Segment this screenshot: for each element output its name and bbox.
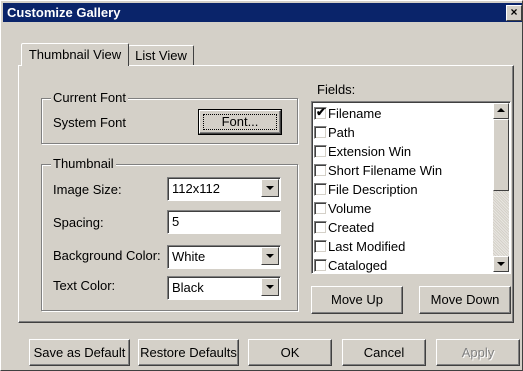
image-size-select[interactable]: 112x112 <box>167 177 281 201</box>
tab-label: List View <box>135 48 187 63</box>
list-item-label: File Description <box>328 182 418 197</box>
restore-defaults-button[interactable]: Restore Defaults <box>138 339 239 366</box>
list-item-label: Cataloged <box>328 258 388 273</box>
field-checkbox[interactable] <box>314 145 327 158</box>
list-item-last-modified[interactable]: Last Modified <box>314 237 490 256</box>
chevron-down-icon <box>266 186 274 190</box>
field-checkbox[interactable] <box>314 126 327 139</box>
dropdown-arrow-button[interactable] <box>261 278 279 296</box>
focus-indicator <box>203 114 277 130</box>
text-color-value: Black <box>172 280 204 295</box>
apply-label: Apply <box>461 345 495 360</box>
cancel-label: Cancel <box>363 345 405 360</box>
image-size-label: Image Size: <box>53 182 122 197</box>
list-item-label: Volume <box>328 201 372 216</box>
list-item-extension-win[interactable]: Extension Win <box>314 142 490 161</box>
window-title: Customize Gallery <box>7 5 121 20</box>
list-item-label: Path <box>328 125 355 140</box>
dropdown-arrow-button[interactable] <box>261 179 279 197</box>
text-color-label: Text Color: <box>53 278 116 293</box>
move-down-button[interactable]: Move Down <box>419 286 511 314</box>
field-checkbox[interactable] <box>314 240 327 253</box>
list-item-volume[interactable]: Volume <box>314 199 490 218</box>
spacing-label: Spacing: <box>53 215 104 230</box>
text-color-select[interactable]: Black <box>167 276 281 300</box>
fields-label: Fields: <box>317 82 356 97</box>
save-as-default-label: Save as Default <box>33 345 126 360</box>
field-checkbox[interactable] <box>314 202 327 215</box>
scrollbar-thumb[interactable] <box>493 119 509 191</box>
arrow-down-icon <box>497 262 505 266</box>
image-size-value: 112x112 <box>172 181 220 196</box>
close-icon: × <box>510 5 518 19</box>
thumbnail-group-label: Thumbnail <box>51 156 116 171</box>
current-font-name: System Font <box>53 115 126 130</box>
ok-label: OK <box>280 345 300 360</box>
arrow-up-icon <box>497 108 505 112</box>
list-item-label: Last Modified <box>328 239 406 254</box>
list-item-label: Filename <box>328 106 382 121</box>
tab-label: Thumbnail View <box>28 47 122 62</box>
scroll-up-button[interactable] <box>493 103 509 119</box>
restore-defaults-label: Restore Defaults <box>140 345 237 360</box>
move-up-button[interactable]: Move Up <box>311 286 403 314</box>
field-checkbox[interactable] <box>314 164 327 177</box>
background-color-value: White <box>172 249 206 264</box>
list-item-label: Created <box>328 220 375 235</box>
scroll-down-button[interactable] <box>493 256 509 272</box>
save-as-default-button[interactable]: Save as Default <box>29 339 130 366</box>
fields-list: ✔ Filename Path Extension Win Short File… <box>314 104 490 275</box>
spacing-input[interactable]: 5 <box>167 210 281 234</box>
list-item-path[interactable]: Path <box>314 123 490 142</box>
list-item-label: Short Filename Win <box>328 163 443 178</box>
list-item-label: Extension Win <box>328 144 412 159</box>
customize-gallery-dialog: Customize Gallery × Thumbnail View List … <box>0 0 523 371</box>
apply-button[interactable]: Apply <box>436 339 520 366</box>
close-button[interactable]: × <box>506 5 522 21</box>
dropdown-arrow-button[interactable] <box>261 247 279 265</box>
chevron-down-icon <box>266 285 274 289</box>
font-button[interactable]: Font... <box>198 109 282 135</box>
title-bar: Customize Gallery × <box>3 3 522 22</box>
field-checkbox[interactable] <box>314 221 327 234</box>
tab-thumbnail-view[interactable]: Thumbnail View <box>21 43 129 66</box>
checkmark-icon: ✔ <box>316 105 327 119</box>
current-font-group-label: Current Font <box>51 90 128 105</box>
list-item-short-filename-win[interactable]: Short Filename Win <box>314 161 490 180</box>
field-checkbox[interactable] <box>314 183 327 196</box>
field-checkbox[interactable] <box>314 259 327 272</box>
ok-button[interactable]: OK <box>248 339 332 366</box>
background-color-label: Background Color: <box>53 248 161 263</box>
field-checkbox[interactable]: ✔ <box>314 105 327 120</box>
tab-list-view[interactable]: List View <box>128 45 194 66</box>
cancel-button[interactable]: Cancel <box>342 339 426 366</box>
list-item-file-description[interactable]: File Description <box>314 180 490 199</box>
background-color-select[interactable]: White <box>167 245 281 269</box>
chevron-down-icon <box>266 254 274 258</box>
move-up-label: Move Up <box>330 292 384 307</box>
fields-scrollbar[interactable] <box>493 103 509 272</box>
spacing-value: 5 <box>172 214 180 229</box>
move-down-label: Move Down <box>430 292 500 307</box>
fields-listbox[interactable]: ✔ Filename Path Extension Win Short File… <box>311 101 511 274</box>
list-item-filename[interactable]: ✔ Filename <box>314 104 490 123</box>
list-item-cataloged[interactable]: Cataloged <box>314 256 490 275</box>
list-item-created[interactable]: Created <box>314 218 490 237</box>
